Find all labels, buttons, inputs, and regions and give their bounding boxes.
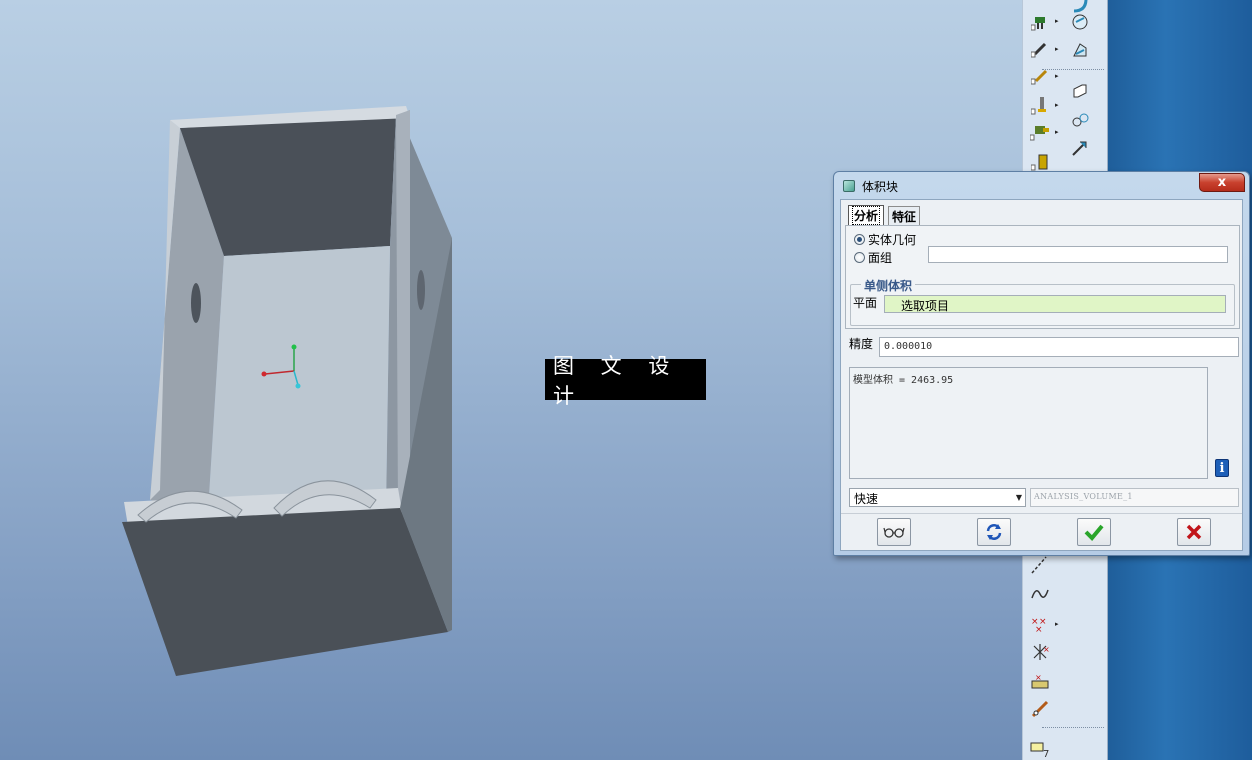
one-side-volume-group: 单侧体积 平面 选取项目 xyxy=(850,277,1235,326)
ok-button[interactable] xyxy=(1077,518,1111,546)
volume-dialog: 体积块 x 分析 特征 实体几何 面组 单侧体积 平面 选取项目 精度 0.00… xyxy=(833,171,1250,556)
refresh-icon xyxy=(986,524,1002,540)
close-button[interactable]: x xyxy=(1199,173,1245,192)
svg-text:×: × xyxy=(1043,645,1050,654)
quilt-selection-field[interactable] xyxy=(928,246,1228,263)
sketch-icon[interactable] xyxy=(1027,64,1053,88)
chevron-down-icon: ▼ xyxy=(1015,493,1022,502)
tab-analysis[interactable]: 分析 xyxy=(848,205,885,225)
radio-icon[interactable] xyxy=(854,252,865,263)
model-front-face xyxy=(122,508,448,676)
preview-button[interactable] xyxy=(877,518,911,546)
model-hole-right xyxy=(417,270,425,310)
result-text: 模型体积 = 2463.95 xyxy=(853,375,954,386)
radio-quilt[interactable]: 面组 xyxy=(854,249,892,266)
radio-icon[interactable] xyxy=(854,234,865,245)
revolve-icon[interactable] xyxy=(1027,120,1053,144)
pattern-icon[interactable] xyxy=(1067,136,1093,160)
repeat-button[interactable] xyxy=(977,518,1011,546)
precision-label: 精度 xyxy=(849,337,874,351)
draft-icon[interactable] xyxy=(1067,38,1093,62)
datum-plane-icon[interactable] xyxy=(1027,10,1053,34)
rib-icon[interactable] xyxy=(1067,79,1093,103)
plane-select-field[interactable]: 选取项目 xyxy=(884,295,1226,313)
svg-text:7: 7 xyxy=(1043,749,1049,758)
mirror-icon[interactable] xyxy=(1067,108,1093,132)
extrude-icon[interactable] xyxy=(1027,93,1053,117)
dialog-titlebar[interactable]: 体积块 x xyxy=(834,172,1249,198)
dialog-title: 体积块 xyxy=(862,180,899,194)
chamfer-icon[interactable] xyxy=(1067,10,1093,34)
radio-solid-geometry[interactable]: 实体几何 xyxy=(854,231,916,248)
close-icon xyxy=(1186,524,1202,540)
spline-icon[interactable] xyxy=(1027,582,1053,606)
cancel-button[interactable] xyxy=(1177,518,1211,546)
datum-axis-icon[interactable] xyxy=(1027,37,1053,61)
coordinate-system-icon[interactable]: × xyxy=(1027,640,1053,664)
svg-text:×: × xyxy=(1035,625,1043,634)
toolbar-separator xyxy=(1042,727,1104,728)
watermark-label: 图 文 设 计 xyxy=(545,354,706,408)
model-floor xyxy=(208,246,390,512)
model-hole-left xyxy=(191,283,201,323)
precision-input[interactable]: 0.000010 xyxy=(879,337,1239,357)
measure-icon[interactable] xyxy=(1027,697,1053,721)
curve-icon[interactable] xyxy=(1027,553,1053,577)
analysis-icon[interactable]: × xyxy=(1027,669,1053,693)
group-title: 单侧体积 xyxy=(861,277,916,294)
analysis-name-field[interactable]: ANALYSIS_VOLUME_1 xyxy=(1030,488,1239,507)
dialog-body: 分析 特征 实体几何 面组 单侧体积 平面 选取项目 精度 0.000010 模… xyxy=(840,199,1243,551)
annotation-icon[interactable]: 7 xyxy=(1027,737,1053,760)
toolbar-separator xyxy=(1042,69,1104,70)
checkmark-icon xyxy=(1084,524,1104,541)
results-area: 模型体积 = 2463.95 xyxy=(849,367,1208,479)
tab-feature[interactable]: 特征 xyxy=(888,206,921,225)
point-icon[interactable]: × × × xyxy=(1027,612,1053,636)
dialog-app-icon xyxy=(843,180,855,192)
glasses-icon xyxy=(883,527,905,538)
mode-select[interactable]: 快速 ▼ xyxy=(849,488,1026,507)
analysis-panel: 实体几何 面组 单侧体积 平面 选取项目 xyxy=(845,225,1240,329)
svg-text:×: × xyxy=(1035,673,1042,682)
plane-label: 平面 xyxy=(853,296,878,310)
info-icon[interactable]: i xyxy=(1215,459,1229,477)
